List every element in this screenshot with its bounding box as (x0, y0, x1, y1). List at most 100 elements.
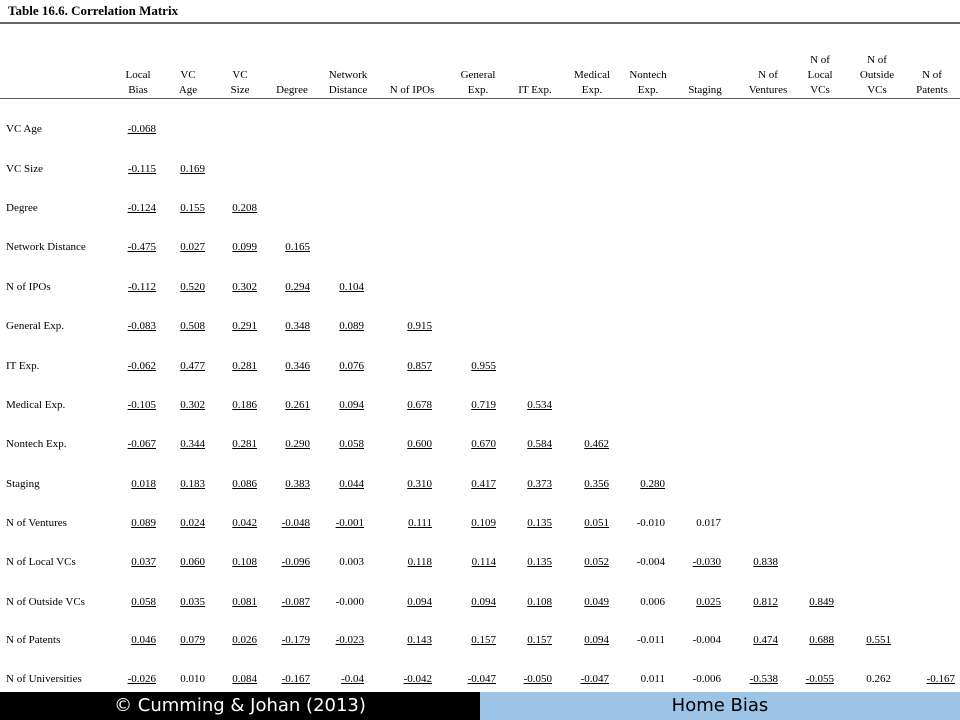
table-cell: 0.099 (232, 241, 257, 253)
table-cell: -0.055 (805, 673, 834, 685)
table-cell: -0.047 (467, 673, 496, 685)
table-cell: 0.688 (809, 634, 834, 646)
table-cell: 0.081 (232, 596, 257, 608)
table-cell: 0.477 (180, 360, 205, 372)
table-cell: -0.010 (636, 517, 665, 529)
table-cell: -0.006 (692, 673, 721, 685)
table-cell: 0.356 (584, 478, 609, 490)
row-label: Nontech Exp. (6, 438, 67, 450)
copyright-label: © Cumming & Johan (2013) (0, 692, 480, 720)
row-label: VC Age (6, 123, 42, 135)
table-cell: 0.812 (753, 596, 778, 608)
row-label: N of IPOs (6, 281, 51, 293)
table-cell: 0.042 (232, 517, 257, 529)
table-cell: 0.346 (285, 360, 310, 372)
section-label: Home Bias (480, 692, 960, 720)
table-cell: 0.094 (407, 596, 432, 608)
table-cell: 0.383 (285, 478, 310, 490)
table-cell: 0.094 (339, 399, 364, 411)
table-cell: 0.857 (407, 360, 432, 372)
table-cell: 0.051 (584, 517, 609, 529)
table-cell: 0.006 (640, 596, 665, 608)
table-cell: 0.208 (232, 202, 257, 214)
table-cell: 0.261 (285, 399, 310, 411)
table-cell: 0.052 (584, 556, 609, 568)
table-cell: 0.049 (584, 596, 609, 608)
footer-bar: © Cumming & Johan (2013) Home Bias (0, 692, 960, 720)
table-cell: 0.108 (232, 556, 257, 568)
table-cell: 0.165 (285, 241, 310, 253)
table-cell: 0.508 (180, 320, 205, 332)
table-cell: 0.344 (180, 438, 205, 450)
table-cell: 0.302 (180, 399, 205, 411)
table-cell: -0.004 (692, 634, 721, 646)
row-label: Degree (6, 202, 38, 214)
table-cell: 0.035 (180, 596, 205, 608)
table-cell: 0.955 (471, 360, 496, 372)
table-cell: -0.538 (749, 673, 778, 685)
table-cell: 0.849 (809, 596, 834, 608)
table-cell: 0.462 (584, 438, 609, 450)
top-rule (0, 22, 960, 24)
table-cell: 0.143 (407, 634, 432, 646)
table-cell: 0.109 (471, 517, 496, 529)
column-header: N of Patents (916, 69, 948, 96)
table-cell: 0.520 (180, 281, 205, 293)
table-cell: 0.294 (285, 281, 310, 293)
table-cell: 0.302 (232, 281, 257, 293)
table-cell: -0.068 (127, 123, 156, 135)
table-cell: 0.281 (232, 360, 257, 372)
row-label: N of Patents (6, 634, 61, 646)
table-cell: 0.003 (339, 556, 364, 568)
table-cell: 0.155 (180, 202, 205, 214)
table-cell: 0.104 (339, 281, 364, 293)
table-cell: 0.348 (285, 320, 310, 332)
table-cell: -0.001 (335, 517, 364, 529)
table-cell: -0.179 (281, 634, 310, 646)
header-rule (0, 98, 960, 99)
table-cell: 0.373 (527, 478, 552, 490)
table-cell: 0.290 (285, 438, 310, 450)
table-cell: 0.262 (866, 673, 891, 685)
row-label: Medical Exp. (6, 399, 66, 411)
table-cell: 0.084 (232, 673, 257, 685)
table-cell: 0.719 (471, 399, 496, 411)
row-label: N of Ventures (6, 517, 67, 529)
table-cell: 0.076 (339, 360, 364, 372)
table-cell: 0.025 (696, 596, 721, 608)
column-header: IT Exp. (518, 84, 552, 96)
column-header: Nontech Exp. (629, 69, 667, 96)
table-cell: 0.915 (407, 320, 432, 332)
table-cell: 0.186 (232, 399, 257, 411)
table-cell: 0.281 (232, 438, 257, 450)
table-cell: -0.048 (281, 517, 310, 529)
row-label: IT Exp. (6, 360, 40, 372)
table-cell: 0.094 (471, 596, 496, 608)
table-cell: 0.678 (407, 399, 432, 411)
table-cell: 0.310 (407, 478, 432, 490)
table-cell: 0.135 (527, 517, 552, 529)
table-cell: 0.183 (180, 478, 205, 490)
column-header: N of IPOs (389, 84, 435, 96)
row-label: N of Outside VCs (6, 596, 85, 608)
column-header: Staging (688, 84, 722, 96)
column-header: Medical Exp. (573, 69, 611, 96)
table-cell: 0.280 (640, 478, 665, 490)
table-cell: 0.670 (471, 438, 496, 450)
table-cell: 0.417 (471, 478, 496, 490)
table-cell: 0.118 (407, 556, 432, 568)
table-cell: 0.017 (696, 517, 721, 529)
table-cell: 0.135 (527, 556, 552, 568)
table-cell: -0.047 (580, 673, 609, 685)
table-cell: 0.010 (180, 673, 205, 685)
table-cell: 0.291 (232, 320, 257, 332)
table-cell: -0.050 (523, 673, 552, 685)
table-cell: 0.079 (180, 634, 205, 646)
table-title: Table 16.6. Correlation Matrix (8, 3, 179, 18)
table-cell: 0.534 (527, 399, 552, 411)
table-cell: 0.027 (180, 241, 205, 253)
table-cell: 0.058 (339, 438, 364, 450)
table-cell: 0.474 (753, 634, 778, 646)
table-cell: -0.011 (636, 634, 665, 646)
table-cell: -0.023 (335, 634, 364, 646)
